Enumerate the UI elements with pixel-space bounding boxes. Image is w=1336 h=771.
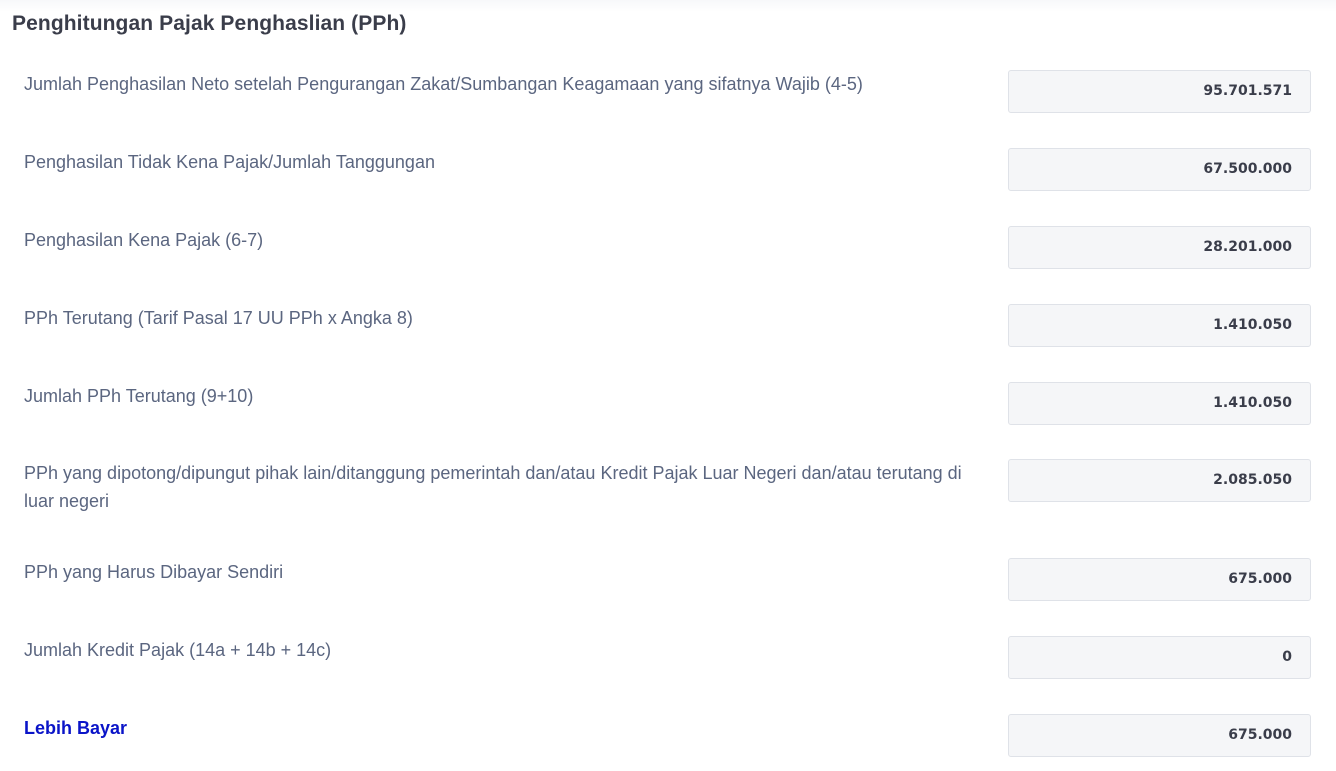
total-pph-owed-field[interactable]: 1.410.050 [1008, 382, 1311, 425]
row-label: PPh yang Harus Dibayar Sendiri [24, 562, 284, 582]
withheld-pph-field[interactable]: 2.085.050 [1008, 459, 1311, 502]
ptkp-field[interactable]: 67.500.000 [1008, 148, 1311, 191]
overpayment-label: Lebih Bayar [24, 718, 128, 738]
self-paid-pph-field[interactable]: 675.000 [1008, 558, 1311, 601]
row-label: PPh yang dipotong/dipungut pihak lain/di… [24, 463, 962, 511]
overpayment-field[interactable]: 675.000 [1008, 714, 1311, 757]
row-label: Jumlah Penghasilan Neto setelah Penguran… [24, 74, 863, 94]
row-label: Penghasilan Tidak Kena Pajak/Jumlah Tang… [24, 152, 435, 172]
top-shadow-bar [0, 0, 1336, 12]
row-label: Jumlah PPh Terutang (9+10) [24, 386, 254, 406]
row-label: PPh Terutang (Tarif Pasal 17 UU PPh x An… [24, 308, 413, 328]
row-label: Jumlah Kredit Pajak (14a + 14b + 14c) [24, 640, 332, 660]
row-label: Penghasilan Kena Pajak (6-7) [24, 230, 264, 250]
tax-credit-total-field[interactable]: 0 [1008, 636, 1311, 679]
net-income-field[interactable]: 95.701.571 [1008, 70, 1311, 113]
taxable-income-field[interactable]: 28.201.000 [1008, 226, 1311, 269]
section-title: Penghitungan Pajak Penghaslian (PPh) [12, 12, 407, 35]
pph-owed-field[interactable]: 1.410.050 [1008, 304, 1311, 347]
